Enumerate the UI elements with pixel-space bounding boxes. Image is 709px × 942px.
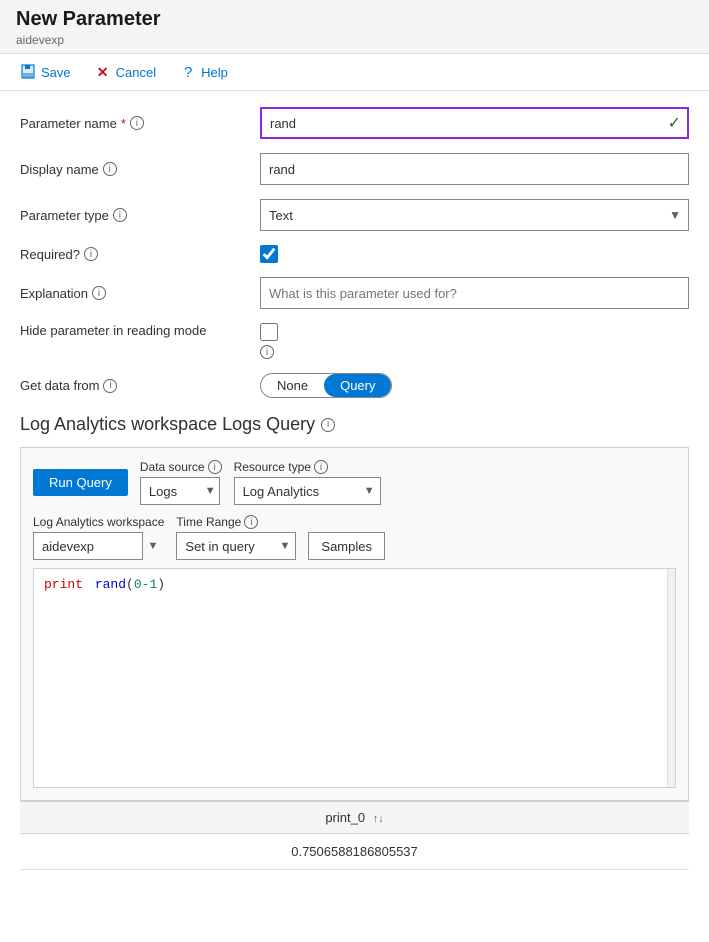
time-range-group: Time Range i Set in query Last 24 hours …: [176, 515, 296, 560]
save-label: Save: [41, 65, 71, 80]
query-toggle-button[interactable]: Query: [324, 374, 391, 397]
display-name-label: Display name i: [20, 162, 260, 177]
param-type-row: Parameter type i Text Integer Float Date…: [20, 199, 689, 231]
required-info-icon[interactable]: i: [84, 247, 98, 261]
run-query-button[interactable]: Run Query: [33, 469, 128, 496]
query-row2: Log Analytics workspace aidevexp ▼ Time …: [33, 515, 676, 560]
code-editor[interactable]: print rand ( 0-1 ): [33, 568, 676, 788]
cancel-icon: ✕: [95, 64, 111, 80]
data-source-label: Data source i: [140, 460, 222, 474]
section-title: Log Analytics workspace Logs Query i: [20, 414, 689, 435]
get-data-label: Get data from i: [20, 378, 260, 393]
sort-arrows-icon[interactable]: ↑↓: [373, 813, 384, 825]
toolbar: Save ✕ Cancel ? Help: [0, 54, 709, 91]
param-type-select-wrapper: Text Integer Float Date/Time Resource ty…: [260, 199, 689, 231]
code-paren-open: (: [126, 577, 134, 592]
results-value: 0.7506588186805537: [20, 834, 689, 870]
hide-param-checkbox-area: i: [260, 323, 278, 359]
resource-type-group: Resource type i Log Analytics Applicatio…: [234, 460, 381, 505]
time-range-info-icon[interactable]: i: [244, 515, 258, 529]
required-row: Required? i: [20, 245, 689, 263]
code-paren-close: ): [157, 577, 165, 592]
display-name-info-icon[interactable]: i: [103, 162, 117, 176]
hide-param-label: Hide parameter in reading mode: [20, 323, 260, 338]
explanation-label: Explanation i: [20, 286, 260, 301]
param-name-input[interactable]: [260, 107, 689, 139]
time-range-select-wrapper: Set in query Last 24 hours Last 7 days ▼: [176, 532, 296, 560]
display-name-input[interactable]: [260, 153, 689, 185]
hide-param-checkbox[interactable]: [260, 323, 278, 341]
code-line: print rand ( 0-1 ): [44, 577, 665, 592]
display-name-row: Display name i: [20, 153, 689, 185]
subtitle: aidevexp: [16, 33, 693, 47]
samples-button[interactable]: Samples: [308, 532, 385, 560]
required-star: *: [121, 116, 126, 131]
query-controls-row: Run Query Data source i Logs Metrics ▼ R…: [33, 460, 676, 505]
valid-check-icon: ✓: [668, 113, 681, 133]
param-type-label: Parameter type i: [20, 208, 260, 223]
get-data-info-icon[interactable]: i: [103, 379, 117, 393]
explanation-row: Explanation i: [20, 277, 689, 309]
resource-type-select[interactable]: Log Analytics Application Insights: [234, 477, 381, 505]
cancel-label: Cancel: [116, 65, 156, 80]
query-box: Run Query Data source i Logs Metrics ▼ R…: [20, 447, 689, 801]
explanation-input[interactable]: [260, 277, 689, 309]
required-checkbox[interactable]: [260, 245, 278, 263]
data-source-group: Data source i Logs Metrics ▼: [140, 460, 222, 505]
page-title: New Parameter: [16, 8, 693, 31]
explanation-info-icon[interactable]: i: [92, 286, 106, 300]
resource-type-info-icon[interactable]: i: [314, 460, 328, 474]
data-source-info-icon[interactable]: i: [208, 460, 222, 474]
param-type-info-icon[interactable]: i: [113, 208, 127, 222]
param-name-label: Parameter name * i: [20, 116, 260, 131]
resource-type-select-wrapper: Log Analytics Application Insights ▼: [234, 477, 381, 505]
code-number: 0-1: [134, 577, 157, 592]
form-content: Parameter name * i ✓ Display name i Para…: [0, 91, 709, 886]
time-range-select[interactable]: Set in query Last 24 hours Last 7 days: [176, 532, 296, 560]
code-keyword: print: [44, 577, 83, 592]
hide-param-row: Hide parameter in reading mode i: [20, 323, 689, 359]
top-bar: New Parameter aidevexp: [0, 0, 709, 54]
workspace-select[interactable]: aidevexp: [33, 532, 143, 560]
resource-type-label: Resource type i: [234, 460, 381, 474]
param-name-info-icon[interactable]: i: [130, 116, 144, 130]
help-button[interactable]: ? Help: [176, 62, 232, 82]
workspace-select-wrapper: aidevexp ▼: [33, 532, 164, 560]
save-icon: [20, 64, 36, 80]
param-name-row: Parameter name * i ✓: [20, 107, 689, 139]
workspace-label: Log Analytics workspace: [33, 515, 164, 529]
param-type-select[interactable]: Text Integer Float Date/Time Resource ty…: [260, 199, 689, 231]
data-source-select[interactable]: Logs Metrics: [140, 477, 220, 505]
results-header-bar: print_0 ↑↓: [20, 801, 689, 834]
results-column-header: print_0 ↑↓: [325, 810, 383, 825]
help-label: Help: [201, 65, 228, 80]
get-data-toggle-group: None Query: [260, 373, 392, 398]
get-data-row: Get data from i None Query: [20, 373, 689, 398]
hide-param-info-icon[interactable]: i: [260, 345, 274, 359]
code-function: rand: [95, 577, 126, 592]
required-label: Required? i: [20, 247, 260, 262]
help-icon: ?: [180, 64, 196, 80]
save-button[interactable]: Save: [16, 62, 75, 82]
workspace-group: Log Analytics workspace aidevexp ▼: [33, 515, 164, 560]
cancel-button[interactable]: ✕ Cancel: [91, 62, 160, 82]
none-toggle-button[interactable]: None: [261, 374, 324, 397]
time-range-label: Time Range i: [176, 515, 296, 529]
results-section: print_0 ↑↓ 0.7506588186805537: [20, 801, 689, 870]
workspace-chevron-icon: ▼: [148, 540, 159, 552]
code-space: [87, 577, 95, 592]
section-title-info-icon[interactable]: i: [321, 418, 335, 432]
param-name-input-wrapper: ✓: [260, 107, 689, 139]
editor-scrollbar[interactable]: [667, 569, 675, 787]
data-source-select-wrapper: Logs Metrics ▼: [140, 477, 222, 505]
